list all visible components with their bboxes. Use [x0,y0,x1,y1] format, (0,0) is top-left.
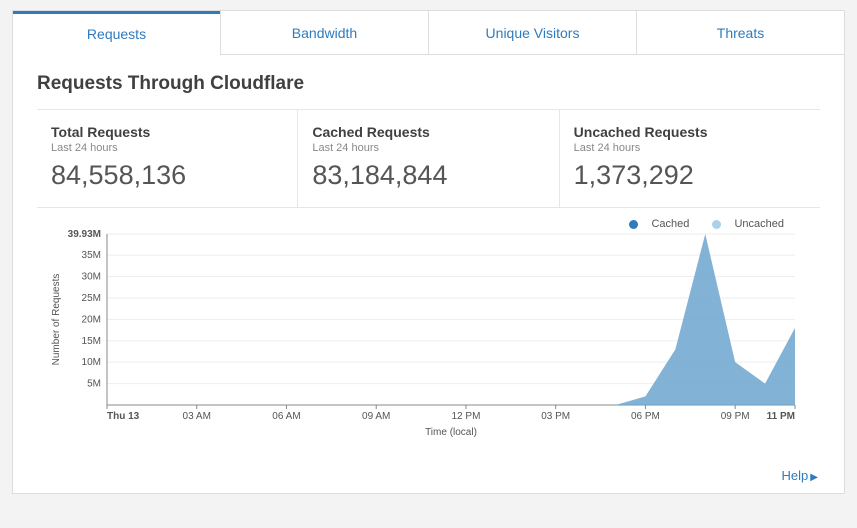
stat-value: 1,373,292 [574,160,806,191]
tab-unique-visitors[interactable]: Unique Visitors [428,11,636,55]
svg-text:25M: 25M [82,293,101,304]
svg-text:11 PM: 11 PM [767,411,795,422]
svg-text:Thu 13: Thu 13 [107,411,140,422]
stat-cached-requests: Cached Requests Last 24 hours 83,184,844 [297,110,558,207]
stat-uncached-requests: Uncached Requests Last 24 hours 1,373,29… [559,110,820,207]
svg-text:39.93M: 39.93M [68,230,101,240]
tabs: Requests Bandwidth Unique Visitors Threa… [13,11,844,55]
svg-text:09 AM: 09 AM [362,411,390,422]
svg-text:Time (local): Time (local) [425,427,477,438]
svg-text:5M: 5M [87,379,101,390]
stat-total-requests: Total Requests Last 24 hours 84,558,136 [37,110,297,207]
svg-text:03 PM: 03 PM [541,411,570,422]
stat-title: Total Requests [51,124,283,140]
legend-dot-cached [629,220,638,229]
legend-dot-uncached [712,220,721,229]
svg-text:10M: 10M [82,357,101,368]
svg-text:20M: 20M [82,314,101,325]
stat-value: 83,184,844 [312,160,544,191]
svg-text:35M: 35M [82,250,101,261]
requests-chart: 39.93M 35M 30M 25M 20M 15M 10M 5M Thu 13 03 AM 06 … [45,230,815,445]
stat-title: Cached Requests [312,124,544,140]
svg-text:06 PM: 06 PM [631,411,660,422]
chevron-right-icon: ▶ [810,472,818,483]
chart-legend: Cached Uncached [45,218,812,230]
svg-text:06 AM: 06 AM [272,411,300,422]
stat-sub: Last 24 hours [574,142,806,154]
svg-text:Number of Requests: Number of Requests [51,274,62,366]
stat-title: Uncached Requests [574,124,806,140]
svg-text:03 AM: 03 AM [183,411,211,422]
stat-sub: Last 24 hours [312,142,544,154]
svg-text:15M: 15M [82,336,101,347]
tab-threats[interactable]: Threats [636,11,844,55]
help-link[interactable]: Help▶ [782,468,818,483]
legend-label-uncached: Uncached [734,218,784,230]
tab-bandwidth[interactable]: Bandwidth [220,11,428,55]
tab-requests[interactable]: Requests [13,11,220,55]
svg-text:12 PM: 12 PM [452,411,481,422]
stat-value: 84,558,136 [51,160,283,191]
svg-text:30M: 30M [82,272,101,283]
svg-text:09 PM: 09 PM [721,411,750,422]
stat-sub: Last 24 hours [51,142,283,154]
section-title: Requests Through Cloudflare [37,73,820,95]
legend-label-cached: Cached [651,218,689,230]
